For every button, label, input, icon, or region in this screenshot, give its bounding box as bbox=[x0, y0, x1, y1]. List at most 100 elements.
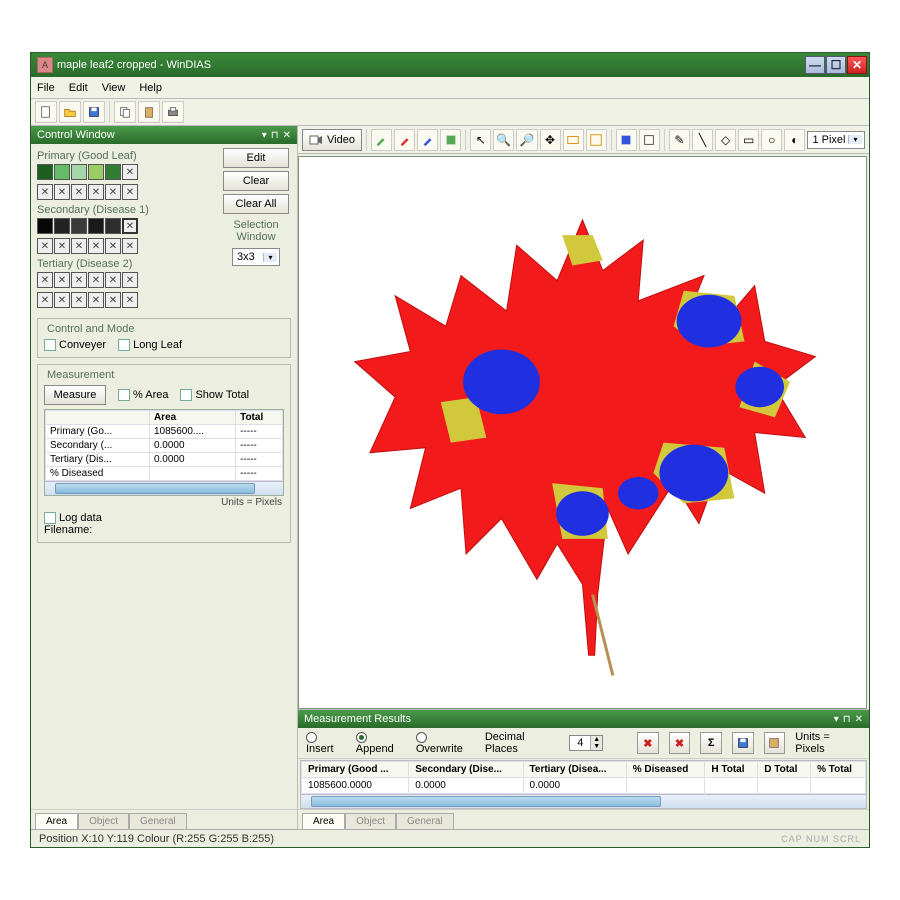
swatch-empty[interactable]: ✕ bbox=[37, 238, 53, 254]
fit-icon[interactable] bbox=[563, 129, 584, 151]
shape-icon[interactable]: ◇ bbox=[715, 129, 736, 151]
swatch[interactable] bbox=[37, 164, 53, 180]
tab-area[interactable]: Area bbox=[35, 813, 78, 829]
new-icon[interactable] bbox=[35, 101, 57, 123]
edit-button[interactable]: Edit bbox=[223, 148, 289, 168]
swatch-empty[interactable]: ✕ bbox=[105, 184, 121, 200]
color-tool-icon[interactable] bbox=[371, 129, 392, 151]
swatch-empty[interactable]: ✕ bbox=[71, 272, 87, 288]
maximize-button[interactable]: ☐ bbox=[826, 56, 846, 74]
tab-area[interactable]: Area bbox=[302, 813, 345, 829]
clear-icon[interactable] bbox=[639, 129, 660, 151]
swatch[interactable] bbox=[71, 164, 87, 180]
swatch[interactable] bbox=[71, 218, 87, 234]
overwrite-radio[interactable]: Overwrite bbox=[416, 731, 475, 755]
menu-edit[interactable]: Edit bbox=[69, 82, 88, 94]
color-tool-icon[interactable] bbox=[417, 129, 438, 151]
swatch-empty[interactable]: ✕ bbox=[54, 184, 70, 200]
swatch[interactable] bbox=[88, 164, 104, 180]
delete-all-icon[interactable]: ✖ bbox=[669, 732, 691, 754]
show-total-checkbox[interactable]: Show Total bbox=[180, 389, 249, 401]
color-tool-icon[interactable] bbox=[440, 129, 461, 151]
menu-view[interactable]: View bbox=[102, 82, 126, 94]
swatch[interactable] bbox=[37, 218, 53, 234]
pan-icon[interactable]: ✥ bbox=[540, 129, 561, 151]
control-panel-header[interactable]: Control Window ▾⊓✕ bbox=[31, 126, 297, 144]
pin-icon[interactable]: ▾ bbox=[262, 130, 267, 141]
swatch-empty[interactable]: ✕ bbox=[88, 272, 104, 288]
swatch-empty[interactable]: ✕ bbox=[71, 238, 87, 254]
circle-icon[interactable]: ○ bbox=[761, 129, 782, 151]
swatch-empty[interactable]: ✕ bbox=[88, 292, 104, 308]
swatch-empty[interactable]: ✕ bbox=[105, 292, 121, 308]
paste-icon[interactable] bbox=[138, 101, 160, 123]
swatch[interactable] bbox=[105, 164, 121, 180]
swatch-empty[interactable]: ✕ bbox=[37, 272, 53, 288]
swatch-empty[interactable]: ✕ bbox=[71, 292, 87, 308]
measure-button[interactable]: Measure bbox=[44, 385, 106, 405]
swatch-empty[interactable]: ✕ bbox=[122, 184, 138, 200]
rect-icon[interactable]: ▭ bbox=[738, 129, 759, 151]
video-button[interactable]: Video bbox=[302, 129, 362, 151]
log-data-checkbox[interactable]: Log data bbox=[44, 512, 102, 524]
select-rect-icon[interactable] bbox=[616, 129, 637, 151]
save-icon[interactable] bbox=[732, 732, 754, 754]
selection-window-combo[interactable]: 3x3▾ bbox=[232, 248, 280, 266]
swatch-empty[interactable]: ✕ bbox=[122, 292, 138, 308]
conveyer-checkbox[interactable]: Conveyer bbox=[44, 339, 106, 351]
swatch[interactable] bbox=[54, 164, 70, 180]
swatch-empty[interactable]: ✕ bbox=[71, 184, 87, 200]
tab-object[interactable]: Object bbox=[345, 813, 396, 829]
insert-radio[interactable]: Insert bbox=[306, 731, 346, 755]
delete-icon[interactable]: ✖ bbox=[637, 732, 659, 754]
swatch-empty[interactable]: ✕ bbox=[37, 292, 53, 308]
swatch-empty[interactable]: ✕ bbox=[105, 272, 121, 288]
swatch-empty[interactable]: ✕ bbox=[122, 218, 138, 234]
swatch-empty[interactable]: ✕ bbox=[54, 272, 70, 288]
autohide-icon[interactable]: ⊓ bbox=[271, 130, 279, 141]
export-icon[interactable] bbox=[764, 732, 786, 754]
swatch-empty[interactable]: ✕ bbox=[54, 292, 70, 308]
tab-general[interactable]: General bbox=[129, 813, 187, 829]
clear-button[interactable]: Clear bbox=[223, 171, 289, 191]
menu-help[interactable]: Help bbox=[139, 82, 162, 94]
close-icon[interactable]: ✕ bbox=[855, 714, 863, 725]
pixel-combo[interactable]: 1 Pixel▾ bbox=[807, 131, 865, 149]
autohide-icon[interactable]: ⊓ bbox=[843, 714, 851, 725]
minimize-button[interactable]: — bbox=[805, 56, 825, 74]
close-button[interactable]: ✕ bbox=[847, 56, 867, 74]
tab-general[interactable]: General bbox=[396, 813, 454, 829]
open-icon[interactable] bbox=[59, 101, 81, 123]
zoom-in-icon[interactable]: 🔍 bbox=[493, 129, 514, 151]
line-icon[interactable]: ╲ bbox=[692, 129, 713, 151]
swatch-empty[interactable]: ✕ bbox=[105, 238, 121, 254]
image-viewport[interactable] bbox=[298, 156, 867, 709]
horizontal-scrollbar[interactable] bbox=[45, 481, 283, 495]
pin-icon[interactable]: ▾ bbox=[834, 714, 839, 725]
swatch-empty[interactable]: ✕ bbox=[54, 238, 70, 254]
clear-all-button[interactable]: Clear All bbox=[223, 194, 289, 214]
title-bar[interactable]: A maple leaf2 cropped - WinDIAS — ☐ ✕ bbox=[31, 53, 869, 77]
tab-object[interactable]: Object bbox=[78, 813, 129, 829]
color-tool-icon[interactable] bbox=[394, 129, 415, 151]
save-icon[interactable] bbox=[83, 101, 105, 123]
close-icon[interactable]: ✕ bbox=[283, 130, 291, 141]
fill-icon[interactable]: ◐ bbox=[784, 129, 805, 151]
decimal-spinner[interactable]: ▲▼ bbox=[569, 735, 603, 751]
sum-icon[interactable]: Σ bbox=[700, 732, 722, 754]
actual-size-icon[interactable] bbox=[586, 129, 607, 151]
horizontal-scrollbar[interactable] bbox=[301, 794, 866, 808]
swatch-empty[interactable]: ✕ bbox=[122, 238, 138, 254]
menu-file[interactable]: File bbox=[37, 82, 55, 94]
pencil-icon[interactable]: ✎ bbox=[669, 129, 690, 151]
swatch-empty[interactable]: ✕ bbox=[37, 184, 53, 200]
swatch-empty[interactable]: ✕ bbox=[88, 184, 104, 200]
swatch[interactable] bbox=[88, 218, 104, 234]
append-radio[interactable]: Append bbox=[356, 731, 406, 755]
long-leaf-checkbox[interactable]: Long Leaf bbox=[118, 339, 182, 351]
pct-area-checkbox[interactable]: % Area bbox=[118, 389, 168, 401]
swatch-empty[interactable]: ✕ bbox=[122, 164, 138, 180]
print-icon[interactable] bbox=[162, 101, 184, 123]
results-header[interactable]: Measurement Results ▾⊓✕ bbox=[298, 710, 869, 728]
swatch-empty[interactable]: ✕ bbox=[88, 238, 104, 254]
